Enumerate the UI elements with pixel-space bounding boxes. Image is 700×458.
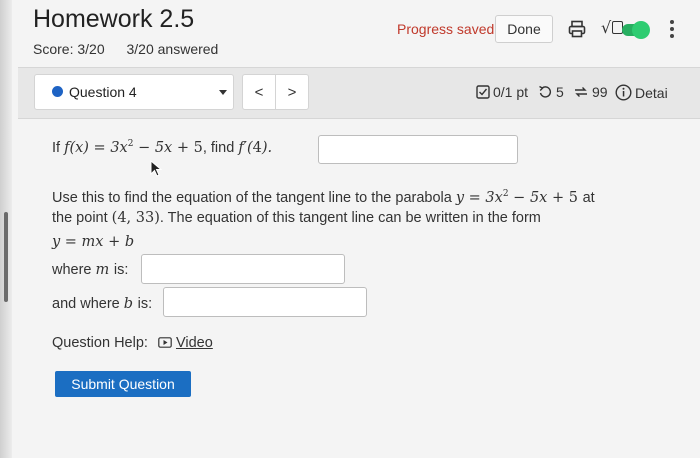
checkbox-icon [476, 85, 490, 99]
answered-count: 3/20 answered [126, 41, 219, 57]
submit-question-button[interactable]: Submit Question [55, 371, 191, 397]
chevron-down-icon [219, 90, 227, 95]
toggle-icon[interactable] [622, 21, 650, 39]
tangent-instruction-line2: the point (4, 33). The equation of this … [52, 210, 541, 226]
line2-end-text: . The equation of this tangent line can … [159, 210, 541, 226]
kebab-menu-icon[interactable] [670, 20, 674, 41]
line2-start-text: the point [52, 210, 108, 226]
where-b-prefix: and where [52, 296, 120, 312]
retries-value: 5 [556, 84, 564, 100]
derivative-prompt: If f(x) = 3x2 − 5x + 5, find f′(4). [52, 139, 273, 156]
attempts-indicator: 99 [573, 84, 608, 100]
info-icon [615, 84, 632, 101]
intercept-answer-input[interactable] [163, 287, 367, 317]
prompt-find-text: , find [202, 139, 235, 156]
points-value: 0/1 pt [493, 84, 529, 100]
derivative-answer-input[interactable] [318, 135, 518, 164]
page-title: Homework 2.5 [33, 5, 195, 33]
line-form-equation: y = mx + b [52, 234, 135, 250]
where-m-prefix: where [52, 262, 92, 278]
video-link[interactable]: Video [158, 335, 213, 351]
line1-text: Use this to find the equation of the tan… [52, 189, 452, 206]
retries-indicator: 5 [538, 84, 564, 100]
video-icon [158, 337, 172, 348]
where-b-suffix: is: [137, 296, 153, 312]
print-icon[interactable] [568, 20, 586, 43]
next-question-button[interactable]: > [275, 74, 309, 110]
retry-icon [539, 85, 552, 98]
previous-question-button[interactable]: < [242, 74, 276, 110]
prompt-if-text: If [52, 139, 61, 156]
question-status-dot [52, 86, 63, 97]
done-button[interactable]: Done [495, 15, 553, 43]
details-label: Detai [635, 84, 668, 101]
left-scrollbar[interactable] [4, 212, 8, 302]
score-line: Score: 3/20 3/20 answered [33, 41, 236, 57]
mouse-cursor-icon [150, 160, 163, 177]
attempts-value: 99 [592, 84, 608, 100]
question-select-label: Question 4 [69, 84, 137, 100]
question-help-label: Question Help: [52, 335, 148, 351]
square-root-icon[interactable]: √ [601, 18, 624, 37]
score-value: Score: 3/20 [33, 41, 105, 57]
progress-status: Progress saved [397, 21, 495, 37]
line1-at-text: at [582, 189, 595, 206]
points-indicator: 0/1 pt [476, 84, 528, 100]
where-m-label: where m is: [52, 262, 129, 278]
where-m-suffix: is: [113, 262, 129, 278]
tangent-instruction-line1: Use this to find the equation of the tan… [52, 189, 595, 206]
attempts-icon [575, 87, 587, 97]
video-label: Video [175, 335, 213, 351]
slope-answer-input[interactable] [141, 254, 345, 284]
where-b-label: and where b is: [52, 296, 153, 312]
details-link[interactable]: Detai [615, 84, 668, 101]
question-help: Question Help: Video [52, 335, 213, 351]
